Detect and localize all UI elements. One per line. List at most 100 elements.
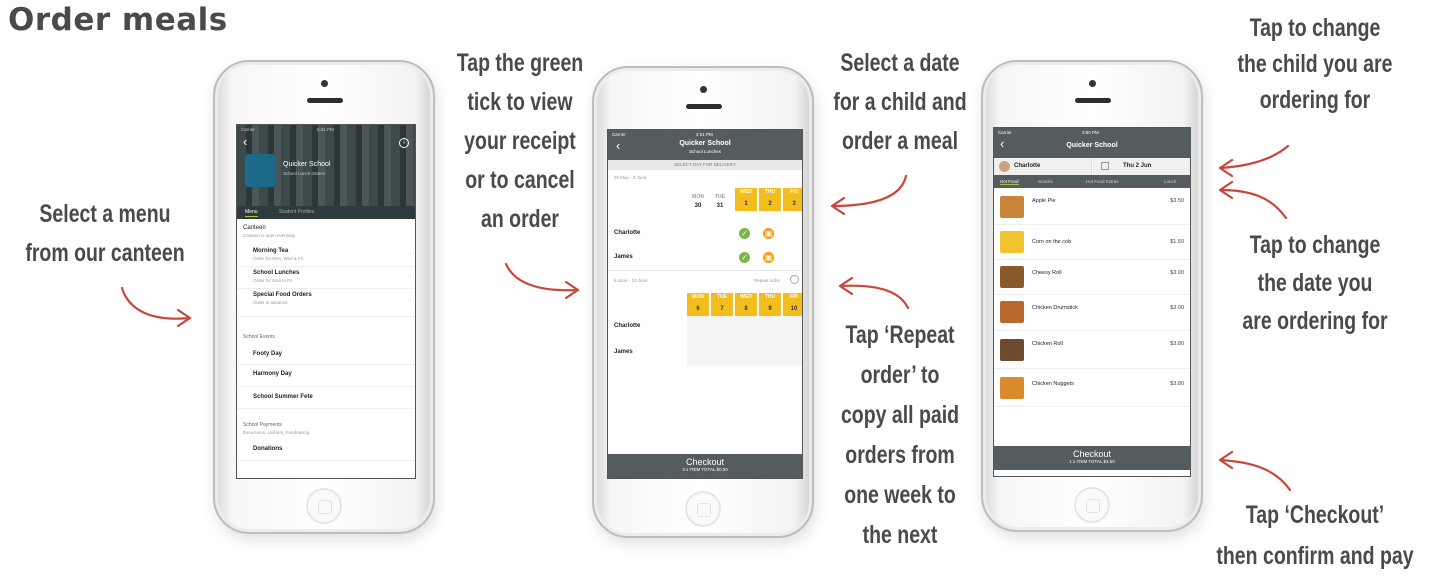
food-item[interactable]: Cheesy Roll $3.00 [994,260,1190,295]
menu-item-label: School Lunches [253,270,300,276]
menu-item-morning-tea[interactable]: Morning Tea Order for Mon, Wed & Fri › [237,245,415,267]
status-carrier: Carrier [612,132,626,137]
green-tick-icon[interactable]: ✓ [739,252,750,263]
school-logo [245,154,275,187]
child-name: Charlotte [1014,163,1041,169]
checkout-subtitle: 3 x ITEM TOTAL $0.00 [682,467,728,473]
donations-label: Donations [253,446,283,452]
phone-calendar-screen: Carrier 2:51 PM ‹ Quicker School School … [592,66,814,538]
week2-date-8[interactable]: 8 [735,302,757,316]
menu-item-special-food[interactable]: Special Food Orders Order in advance › [237,289,415,317]
home-button [1074,487,1110,523]
home-button [306,488,342,524]
menu-item-desc: Order for Mon, Wed & Fri [253,256,304,261]
week1-date-30[interactable]: 30 [688,203,708,209]
child-james-label: James [614,349,633,355]
menu-item-desc: Order in advance [253,300,288,305]
child-selector[interactable]: Charlotte [994,158,1092,175]
arrow-checkout [1218,450,1292,492]
food-item[interactable]: Chicken Drumstick $3.00 [994,295,1190,331]
arrow-repeat-order [838,276,910,310]
select-day-banner: SELECT DAY FOR DELIVERY [608,160,802,170]
food-name: Apple Pie [1032,198,1056,204]
child-james-label: James [614,254,633,260]
week2-date-6[interactable]: 6 [687,302,709,316]
status-carrier: Carrier [998,130,1012,135]
checkout-subtitle: 1 x ITEM TOTAL $3.50 [1069,459,1115,465]
header-title: Quicker School [679,140,731,147]
food-image [1000,301,1024,323]
tab-student-profiles[interactable]: Student Profiles [279,209,314,216]
callout-green-tick: Tap the green tick to view your receipt … [456,49,584,233]
tab-menu[interactable]: Menu [245,209,258,217]
tab-hot-food[interactable]: Hot Food [1000,179,1019,186]
status-time: 6:21 PM [317,127,334,132]
food-image [1000,266,1024,288]
back-icon[interactable]: ‹ [243,134,247,149]
event-footy-day[interactable]: Footy Day [237,345,415,365]
week2-day-wed: WED [735,293,757,302]
green-tick-icon[interactable]: ✓ [739,228,750,239]
menu-item-school-lunches[interactable]: School Lunches Order for Mon to Fri › [237,267,415,289]
week2-date-7[interactable]: 7 [711,302,733,316]
food-price: $3.50 [1170,198,1184,204]
week2-label: 6 June - 10 June [614,278,648,283]
date-selector[interactable]: Thu 2 Jun [1093,158,1190,175]
screen: Carrier 6:21 PM ‹ i Quicker School Schoo… [236,124,416,479]
food-price: $3.00 [1170,305,1184,311]
phone-food-screen: Carrier 3:50 PM ‹ Quicker School Charlot… [981,60,1203,532]
order-icon[interactable]: ▣ [763,228,774,239]
menu-item-label: Morning Tea [253,248,289,254]
divider [608,270,802,271]
week2-day-tue: TUE [711,293,733,302]
tab-lunch[interactable]: Lunch [1164,179,1176,184]
event-harmony-day[interactable]: Harmony Day [237,365,415,387]
callout-change-date: Tap to change the date you are ordering … [1242,231,1388,335]
repeat-icon[interactable] [790,275,799,284]
food-name: Chicken Drumstick [1032,305,1078,311]
callout-select-menu: Select a menu from our canteen [25,200,185,267]
school-events-title: School Events [243,334,275,340]
food-name: Corn on the cob [1032,239,1072,245]
event-label: Footy Day [253,351,283,357]
chevron-right-icon: › [408,251,411,258]
checkout-button[interactable]: Checkout 3 x ITEM TOTAL $0.00 [608,454,802,478]
callout-select-date: Select a date for a child and order a me… [833,49,967,155]
school-subtitle: School Lunch Orders [283,171,326,176]
arrow-change-date [1218,180,1288,220]
donations-item[interactable]: Donations [237,439,415,461]
repeat-order-button[interactable]: Repeat order [754,278,780,283]
week2-day-mon: MON [687,293,709,302]
menu-item-desc: Order for Mon to Fri [253,278,293,283]
chevron-right-icon: › [408,273,411,280]
week1-date-31[interactable]: 31 [710,203,730,209]
week1-day-tue: TUE [715,194,725,200]
info-icon[interactable]: i [399,138,409,148]
tab-snacks[interactable]: Snacks [1038,179,1053,184]
order-date: Thu 2 Jun [1123,163,1152,169]
week1-date-3[interactable]: 3 [783,197,802,211]
week2-date-10[interactable]: 10 [783,302,802,316]
food-item[interactable]: Chicken Roll $3.80 [994,331,1190,369]
event-summer-fete[interactable]: School Summer Fete [237,387,415,409]
child-charlotte-label: Charlotte [614,323,641,329]
food-item[interactable]: Apple Pie $3.50 [994,190,1190,225]
week1-date-1[interactable]: 1 [735,197,757,211]
checkout-label: Checkout [1072,449,1112,459]
week2-grid [687,316,802,366]
food-price: $3.80 [1170,381,1184,387]
food-image [1000,196,1024,218]
arrow-green-tick [504,262,580,300]
food-item[interactable]: Chicken Nuggets $3.80 [994,369,1190,407]
arrow-select-date [830,174,908,216]
food-item[interactable]: Corn on the cob $1.50 [994,225,1190,260]
checkout-button[interactable]: Checkout 1 x ITEM TOTAL $3.50 [994,446,1190,470]
order-icon[interactable]: ▣ [763,252,774,263]
callout-change-child: Tap to change the child you are ordering… [1237,14,1393,114]
tab-hot-food-extras[interactable]: Hot Food Extras [1086,179,1119,184]
food-image [1000,339,1024,361]
week1-date-2[interactable]: 2 [759,197,781,211]
calendar-icon [1101,162,1109,170]
week2-date-9[interactable]: 9 [759,302,781,316]
speaker [307,98,343,103]
